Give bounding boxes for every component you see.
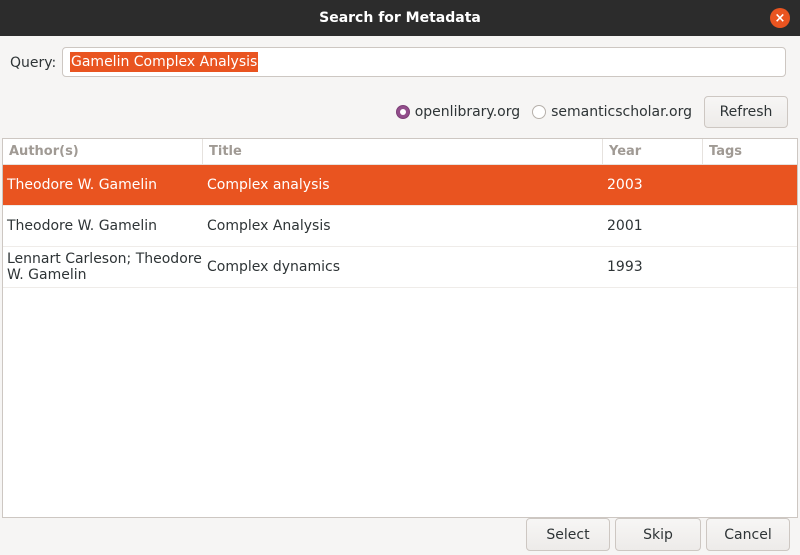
table-row[interactable]: Theodore W. Gamelin Complex Analysis 200… (3, 206, 797, 247)
cell-author: Lennart Carleson; Theodore W. Gamelin (7, 251, 202, 283)
radio-checked-icon (395, 105, 410, 119)
source-option-label: openlibrary.org (414, 104, 521, 120)
cell-title: Complex Analysis (207, 218, 331, 234)
source-option-semanticscholar[interactable]: semanticscholar.org (532, 104, 692, 120)
close-icon: × (774, 10, 786, 26)
cell-year: 2003 (607, 177, 643, 193)
cell-tags (703, 165, 797, 205)
dialog-buttons: Select Skip Cancel (521, 518, 790, 551)
column-header-tags[interactable]: Tags (703, 139, 797, 164)
query-label: Query: (10, 55, 57, 71)
source-selector: openlibrary.org semanticscholar.org Refr… (395, 96, 788, 128)
column-header-year[interactable]: Year (603, 139, 703, 164)
query-text: Gamelin Complex Analysis (70, 52, 259, 72)
cell-year: 2001 (607, 218, 643, 234)
skip-button[interactable]: Skip (615, 518, 701, 551)
table-row[interactable]: Lennart Carleson; Theodore W. Gamelin Co… (3, 247, 797, 288)
select-button[interactable]: Select (526, 518, 610, 551)
query-input[interactable]: Gamelin Complex Analysis (62, 47, 786, 77)
column-header-authors[interactable]: Author(s) (3, 139, 203, 164)
radio-unchecked-icon (532, 105, 547, 119)
column-header-title[interactable]: Title (203, 139, 603, 164)
cell-tags (703, 206, 797, 246)
table-row[interactable]: Theodore W. Gamelin Complex analysis 200… (3, 165, 797, 206)
cell-year: 1993 (607, 259, 643, 275)
window-title: Search for Metadata (319, 10, 481, 26)
cell-tags (703, 247, 797, 287)
source-option-openlibrary[interactable]: openlibrary.org (395, 104, 521, 120)
title-bar: Search for Metadata × (0, 0, 800, 36)
cell-author: Theodore W. Gamelin (7, 177, 158, 193)
cell-author: Theodore W. Gamelin (7, 218, 158, 234)
results-table: Author(s) Title Year Tags Theodore W. Ga… (2, 138, 798, 518)
cell-title: Complex dynamics (207, 259, 340, 275)
refresh-button[interactable]: Refresh (704, 96, 788, 128)
close-button[interactable]: × (770, 8, 790, 28)
table-header: Author(s) Title Year Tags (3, 139, 797, 165)
source-option-label: semanticscholar.org (551, 104, 692, 120)
cell-title: Complex analysis (207, 177, 330, 193)
cancel-button[interactable]: Cancel (706, 518, 790, 551)
